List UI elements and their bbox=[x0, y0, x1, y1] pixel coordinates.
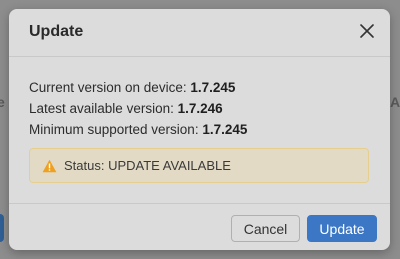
minimum-version-label: Minimum supported version: bbox=[29, 122, 199, 137]
dialog-header: Update bbox=[9, 9, 390, 57]
background-text-left: e bbox=[0, 94, 5, 110]
latest-version-label: Latest available version: bbox=[29, 101, 174, 116]
update-button[interactable]: Update bbox=[307, 215, 377, 242]
warning-icon bbox=[42, 159, 57, 173]
update-dialog: Update Current version on device: 1.7.24… bbox=[9, 9, 390, 250]
background-text-right: A bbox=[390, 94, 400, 110]
close-icon bbox=[360, 24, 374, 38]
current-version-row: Current version on device: 1.7.245 bbox=[29, 80, 235, 95]
status-text: Status: UPDATE AVAILABLE bbox=[64, 158, 231, 173]
current-version-value: 1.7.245 bbox=[190, 80, 236, 95]
minimum-version-value: 1.7.245 bbox=[202, 122, 248, 137]
dialog-footer: Cancel Update bbox=[9, 204, 390, 250]
close-button[interactable] bbox=[358, 22, 376, 40]
latest-version-row: Latest available version: 1.7.246 bbox=[29, 101, 223, 116]
dialog-body: Current version on device: 1.7.245 Lates… bbox=[9, 57, 390, 204]
background-button bbox=[0, 214, 4, 242]
current-version-label: Current version on device: bbox=[29, 80, 187, 95]
dialog-title: Update bbox=[29, 23, 84, 40]
latest-version-value: 1.7.246 bbox=[177, 101, 223, 116]
cancel-button[interactable]: Cancel bbox=[231, 215, 300, 242]
minimum-version-row: Minimum supported version: 1.7.245 bbox=[29, 122, 247, 137]
status-alert: Status: UPDATE AVAILABLE bbox=[29, 148, 369, 183]
